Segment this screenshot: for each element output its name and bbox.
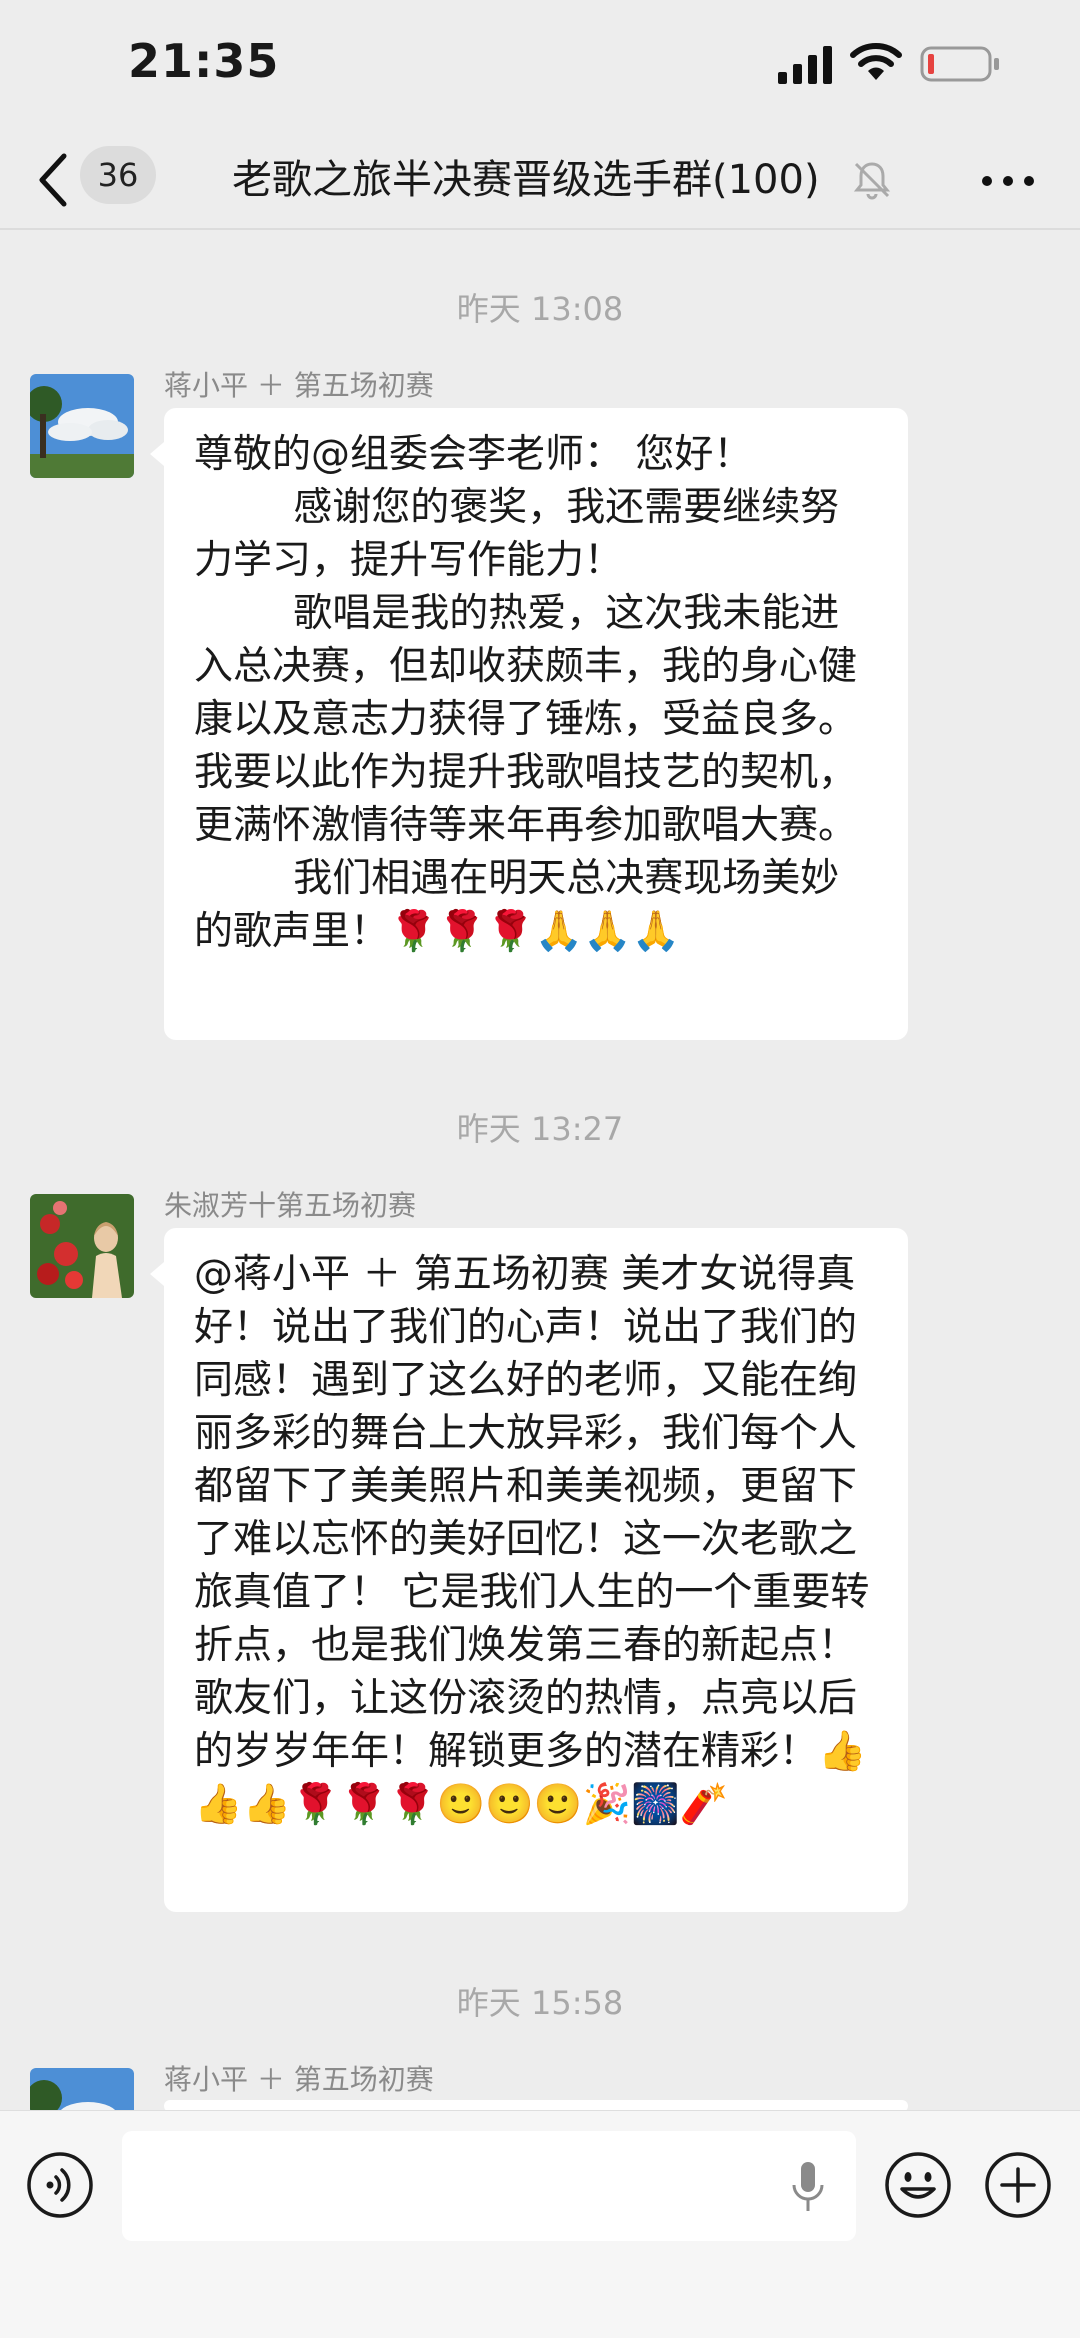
message-timestamp: 昨天 13:27 (456, 1110, 624, 1148)
unread-count-badge[interactable]: 36 (80, 146, 156, 204)
sender-name: 蒋小平 ＋ 第五场初赛 (164, 369, 434, 402)
message-bubble[interactable]: 尊敬的@组委会李老师： 您好！ 感谢您的褒奖，我还需要继续努力学习，提升写作能力… (150, 408, 908, 1040)
plus-circle-icon[interactable] (984, 2151, 1052, 2219)
more-dots-icon[interactable] (980, 174, 1036, 188)
sender-name: 蒋小平 ＋ 第五场初赛 (164, 2063, 434, 2096)
status-time: 21:35 (128, 34, 280, 88)
sender-avatar[interactable] (30, 1194, 134, 1298)
battery-low-icon (920, 46, 999, 82)
signal-icon (778, 46, 832, 84)
voice-mode-icon[interactable] (26, 2151, 94, 2219)
sender-avatar[interactable] (30, 374, 134, 478)
chevron-left-icon[interactable] (34, 148, 74, 212)
message-timestamp: 昨天 13:08 (456, 290, 624, 328)
input-bar (0, 2110, 1080, 2338)
message-timestamp: 昨天 15:58 (456, 1984, 624, 2022)
wifi-icon (850, 43, 902, 80)
chat-title: 老歌之旅半决赛晋级选手群(100) (232, 157, 820, 203)
sender-avatar[interactable] (30, 2068, 134, 2110)
emoji-icon[interactable] (884, 2151, 952, 2219)
sender-name: 朱淑芳十第五场初赛 (164, 1189, 417, 1222)
chat-header: 36 老歌之旅半决赛晋级选手群(100) (0, 130, 1080, 230)
flowers-portrait-avatar (30, 1194, 134, 1298)
message-input[interactable] (122, 2131, 856, 2241)
header-divider (0, 228, 1080, 230)
message-bubble[interactable]: @蒋小平 ＋ 第五场初赛 美才女说得真好！说出了我们的心声！说出了我们的同感！遇… (150, 1228, 908, 1912)
status-bar: 21:35 (0, 0, 1080, 130)
microphone-icon[interactable] (788, 2159, 828, 2215)
bell-muted-icon (853, 162, 891, 200)
landscape-sky-avatar (30, 374, 134, 478)
landscape-sky-avatar (30, 2068, 134, 2110)
